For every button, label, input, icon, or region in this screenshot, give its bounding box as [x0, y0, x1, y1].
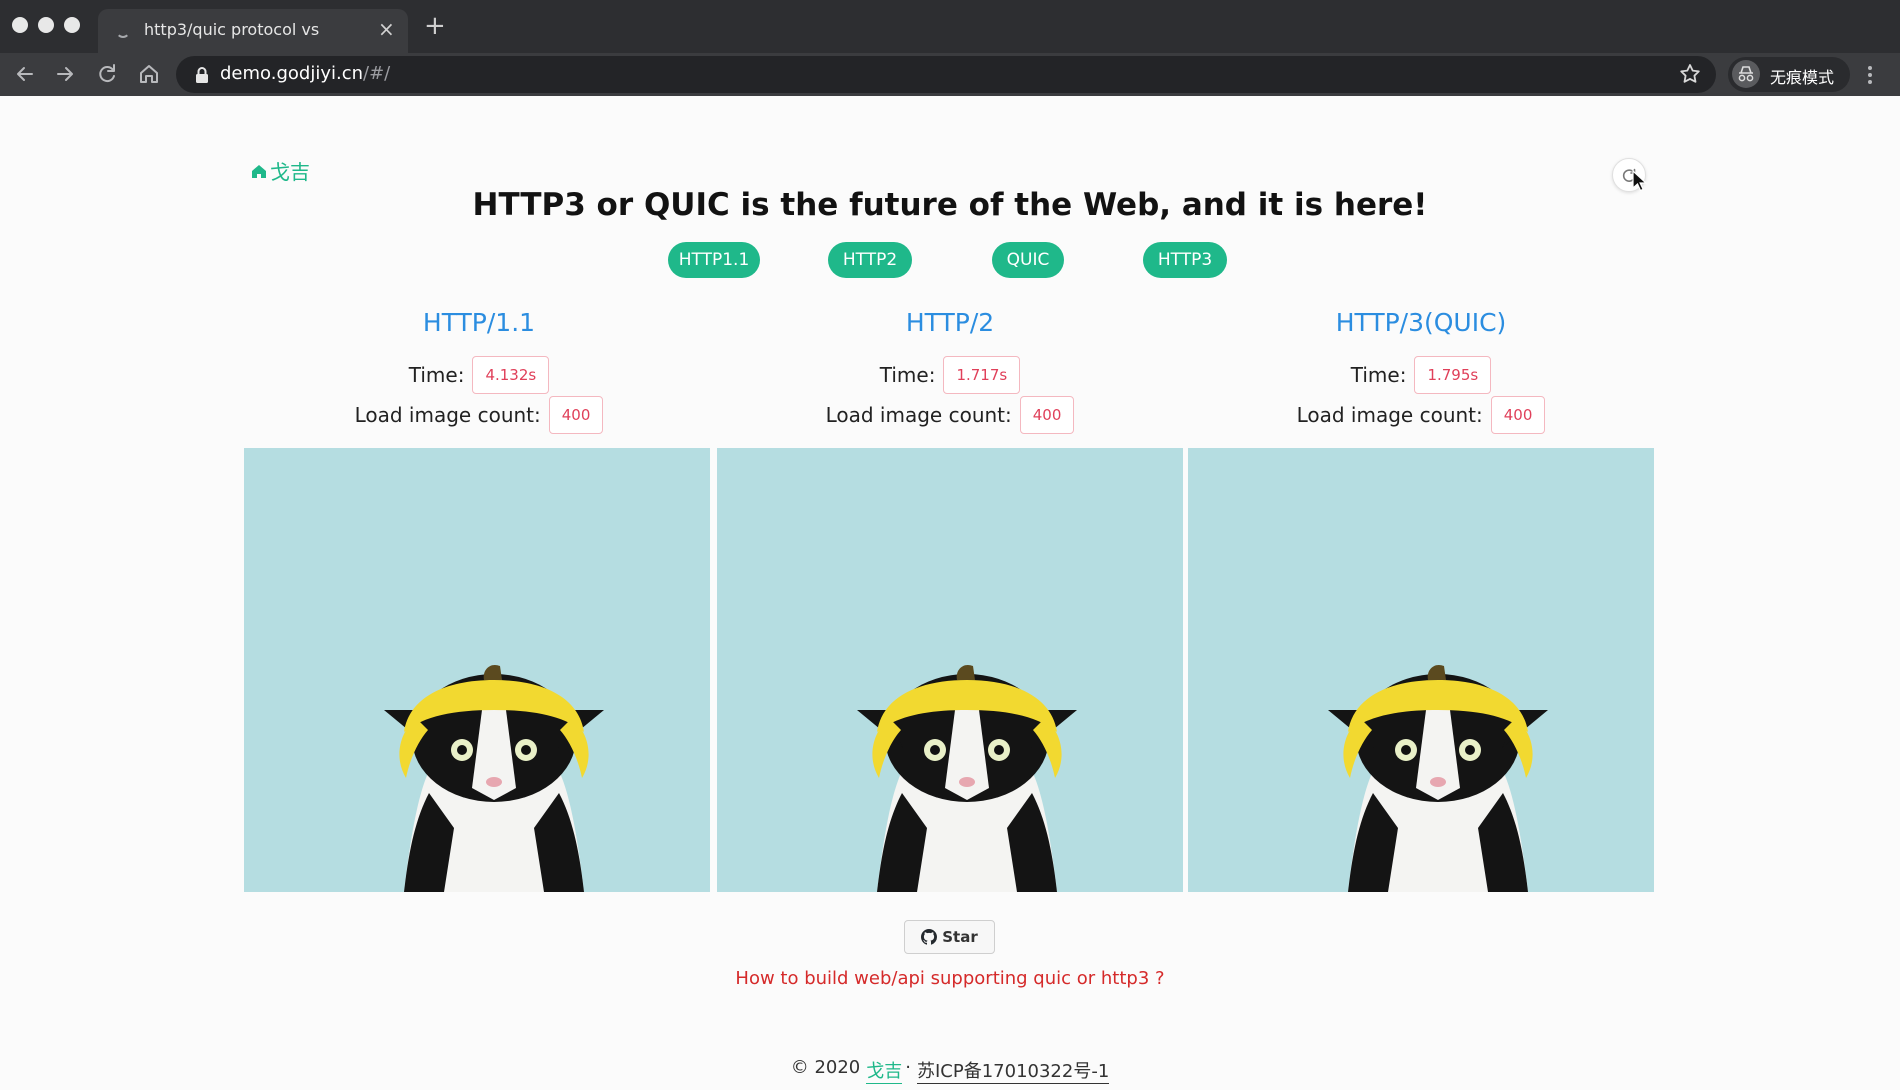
home-icon [252, 164, 266, 178]
browser-tab-strip: http3/quic protocol vs × + [0, 0, 1900, 53]
column-title-http2: HTTP/2 [905, 308, 995, 337]
reload-icon[interactable] [94, 61, 120, 87]
bookmark-star-icon[interactable] [1678, 62, 1702, 86]
http11-button[interactable]: HTTP1.1 [668, 242, 760, 278]
count-value: 400 [548, 396, 604, 434]
incognito-label: 无痕模式 [1770, 68, 1835, 87]
http3-button[interactable]: HTTP3 [1143, 242, 1227, 278]
count-value: 400 [1019, 396, 1075, 434]
time-row-http2: Time: 1.717s [714, 356, 1186, 394]
time-row-http11: Time: 4.132s [243, 356, 715, 394]
url-path: /#/ [363, 63, 391, 84]
cat-image [717, 448, 1183, 892]
copyright: © 2020 [790, 1057, 861, 1078]
http2-button[interactable]: HTTP2 [828, 242, 912, 278]
cat-image [1188, 448, 1654, 892]
forward-arrow-icon[interactable] [52, 61, 78, 87]
count-label: Load image count: [354, 403, 541, 427]
github-icon [921, 929, 938, 945]
count-value: 400 [1490, 396, 1546, 434]
image-grid-http3 [1188, 448, 1654, 892]
time-value: 4.132s [472, 356, 550, 394]
column-title-http3: HTTP/3(QUIC) [1335, 308, 1507, 337]
url-text: demo.godjiyi.cn/#/ [220, 63, 390, 84]
footer-separator: · [905, 1057, 911, 1078]
window-zoom-dot[interactable] [64, 17, 80, 33]
footer: © 2020 戈吉 · 苏ICP备17010322号-1 [0, 1057, 1900, 1084]
cat-image [244, 448, 710, 892]
url-host: demo.godjiyi.cn [220, 63, 363, 84]
count-row-http2: Load image count: 400 [714, 396, 1186, 434]
image-grid-http2 [717, 448, 1183, 892]
address-bar[interactable]: demo.godjiyi.cn/#/ [176, 56, 1716, 93]
window-close-dot[interactable] [12, 17, 28, 33]
count-row-http3: Load image count: 400 [1185, 396, 1657, 434]
lock-icon [196, 67, 208, 83]
time-row-http3: Time: 1.795s [1185, 356, 1657, 394]
icp-link[interactable]: 苏ICP备17010322号-1 [916, 1057, 1110, 1084]
time-label: Time: [408, 363, 465, 387]
count-label: Load image count: [825, 403, 1012, 427]
column-title-http11: HTTP/1.1 [422, 308, 536, 337]
back-arrow-icon[interactable] [12, 61, 38, 87]
page-title: HTTP3 or QUIC is the future of the Web, … [472, 187, 1428, 223]
quic-button[interactable]: QUIC [992, 242, 1064, 278]
time-label: Time: [879, 363, 936, 387]
tab-close-icon[interactable]: × [378, 17, 395, 41]
browser-tab[interactable]: http3/quic protocol vs × [98, 9, 408, 53]
time-value: 1.795s [1414, 356, 1492, 394]
star-label: Star [942, 928, 978, 946]
github-star-button[interactable]: Star [904, 920, 995, 954]
incognito-badge[interactable]: 无痕模式 [1728, 57, 1850, 92]
howto-link[interactable]: How to build web/api supporting quic or … [0, 968, 1900, 989]
loading-spinner-icon [116, 24, 130, 38]
browser-toolbar: demo.godjiyi.cn/#/ 无痕模式 [0, 53, 1900, 96]
window-minimize-dot[interactable] [38, 17, 54, 33]
mouse-cursor-icon [1632, 170, 1648, 192]
incognito-icon [1732, 60, 1760, 88]
count-label: Load image count: [1296, 403, 1483, 427]
count-row-http11: Load image count: 400 [243, 396, 715, 434]
image-grid-http11 [244, 448, 710, 892]
new-tab-button[interactable]: + [424, 12, 446, 40]
footer-author-link[interactable]: 戈吉 [866, 1057, 903, 1084]
time-value: 1.717s [943, 356, 1021, 394]
home-link[interactable]: 戈吉 [250, 156, 310, 185]
home-browser-icon[interactable] [136, 61, 162, 87]
time-label: Time: [1350, 363, 1407, 387]
tab-title: http3/quic protocol vs [144, 20, 320, 39]
home-link-label: 戈吉 [270, 160, 310, 184]
browser-menu-icon[interactable] [1866, 63, 1874, 87]
